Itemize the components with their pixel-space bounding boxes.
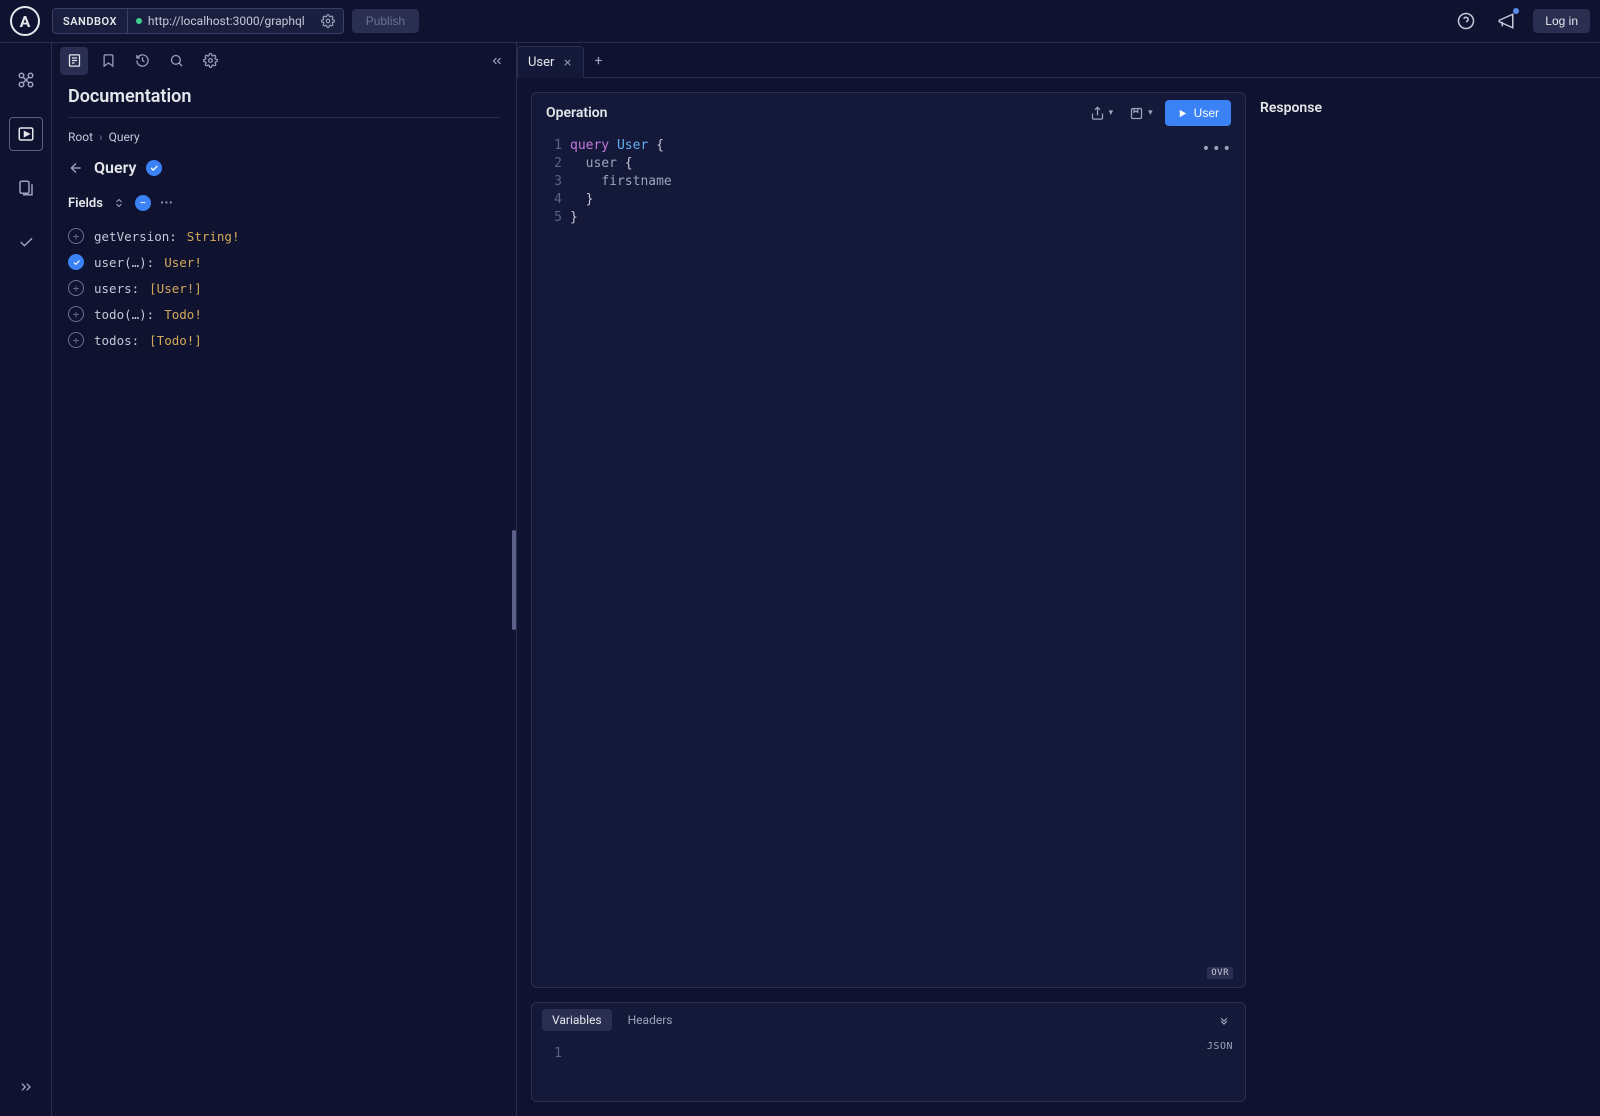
sandbox-chip: SANDBOX http://localhost:3000/graphql bbox=[52, 8, 344, 34]
field-item[interactable]: + users: [User!] bbox=[68, 275, 500, 301]
field-add-icon[interactable]: + bbox=[68, 306, 84, 322]
checks-icon[interactable] bbox=[9, 225, 43, 259]
field-item[interactable]: + todo(…): Todo! bbox=[68, 301, 500, 327]
field-add-icon[interactable]: + bbox=[68, 280, 84, 296]
field-add-icon[interactable]: + bbox=[68, 332, 84, 348]
tab-close-icon[interactable] bbox=[562, 57, 573, 68]
sort-icon[interactable] bbox=[111, 195, 127, 211]
code-line: } bbox=[570, 191, 1245, 209]
type-check-badge-icon bbox=[146, 160, 162, 176]
chevron-down-icon: ▾ bbox=[1109, 108, 1114, 118]
breadcrumb-sep-icon: › bbox=[99, 130, 103, 144]
login-button[interactable]: Log in bbox=[1533, 9, 1590, 33]
json-badge[interactable]: JSON bbox=[1207, 1041, 1233, 1067]
run-button[interactable]: User bbox=[1165, 100, 1231, 126]
field-item[interactable]: user(…): User! bbox=[68, 249, 500, 275]
operation-editor[interactable]: 12345 query User { user { firstname }} •… bbox=[532, 133, 1245, 987]
tab-variables[interactable]: Variables bbox=[542, 1009, 612, 1031]
response-title: Response bbox=[1260, 100, 1586, 116]
announcements-icon[interactable] bbox=[1493, 8, 1519, 34]
line-number: 3 bbox=[532, 173, 562, 191]
field-type: [Todo!] bbox=[149, 333, 202, 348]
code-line: query User { bbox=[570, 137, 1245, 155]
collapse-panel-icon[interactable] bbox=[486, 50, 508, 72]
field-signature: todos: bbox=[94, 333, 139, 348]
share-icon[interactable]: ▾ bbox=[1086, 102, 1118, 125]
line-number: 2 bbox=[532, 155, 562, 173]
panel-resize-handle[interactable] bbox=[512, 530, 516, 630]
search-icon[interactable] bbox=[162, 47, 190, 75]
help-icon[interactable] bbox=[1453, 8, 1479, 34]
collapse-variables-icon[interactable] bbox=[1213, 1009, 1235, 1031]
field-type: [User!] bbox=[149, 281, 202, 296]
line-number: 5 bbox=[532, 209, 562, 227]
operation-title: Operation bbox=[546, 105, 1078, 121]
left-rail bbox=[0, 43, 52, 1116]
publish-button[interactable]: Publish bbox=[352, 9, 419, 33]
variables-panel: Variables Headers 1 JSON bbox=[531, 1002, 1246, 1102]
field-list: + getVersion: String! user(…): User! + users… bbox=[52, 223, 516, 353]
bookmark-icon[interactable] bbox=[94, 47, 122, 75]
run-button-label: User bbox=[1194, 106, 1219, 120]
field-selected-icon[interactable] bbox=[68, 254, 84, 270]
overwrite-badge[interactable]: OVR bbox=[1207, 967, 1233, 979]
documentation-title: Documentation bbox=[68, 78, 500, 118]
code-line: user { bbox=[570, 155, 1245, 173]
top-bar: A SANDBOX http://localhost:3000/graphql … bbox=[0, 0, 1600, 43]
code-line: firstname bbox=[570, 173, 1245, 191]
line-number: 1 bbox=[532, 1045, 562, 1063]
field-signature: todo(…): bbox=[94, 307, 154, 322]
tab-user[interactable]: User bbox=[517, 46, 584, 78]
connection-status-dot bbox=[136, 18, 142, 24]
breadcrumb-root[interactable]: Root bbox=[68, 130, 93, 144]
back-arrow-icon[interactable] bbox=[68, 160, 84, 176]
editor-more-icon[interactable]: ••• bbox=[1202, 141, 1233, 157]
sandbox-label: SANDBOX bbox=[53, 9, 128, 33]
documentation-panel: Documentation Root › Query Query Fields … bbox=[52, 43, 517, 1116]
line-number: 1 bbox=[532, 137, 562, 155]
field-item[interactable]: + todos: [Todo!] bbox=[68, 327, 500, 353]
fields-more-icon[interactable]: ••• bbox=[159, 195, 175, 211]
settings-icon[interactable] bbox=[196, 47, 224, 75]
field-item[interactable]: + getVersion: String! bbox=[68, 223, 500, 249]
collapse-all-icon[interactable]: − bbox=[135, 195, 151, 211]
line-number: 4 bbox=[532, 191, 562, 209]
field-add-icon[interactable]: + bbox=[68, 228, 84, 244]
save-collection-icon[interactable]: ▾ bbox=[1125, 102, 1157, 125]
field-signature: users: bbox=[94, 281, 139, 296]
fields-label: Fields bbox=[68, 196, 103, 211]
history-icon[interactable] bbox=[128, 47, 156, 75]
doc-reference-icon[interactable] bbox=[60, 47, 88, 75]
field-type: Todo! bbox=[164, 307, 202, 322]
type-name: Query bbox=[94, 158, 136, 177]
expand-rail-icon[interactable] bbox=[9, 1070, 43, 1104]
chevron-down-icon: ▾ bbox=[1148, 108, 1153, 118]
apollo-logo[interactable]: A bbox=[10, 6, 40, 36]
variables-editor[interactable]: 1 JSON bbox=[532, 1037, 1245, 1071]
code-line: } bbox=[570, 209, 1245, 227]
endpoint-settings-icon[interactable] bbox=[313, 9, 343, 33]
endpoint-url[interactable]: http://localhost:3000/graphql bbox=[128, 14, 313, 28]
explorer-icon[interactable] bbox=[9, 117, 43, 151]
tab-headers[interactable]: Headers bbox=[618, 1009, 683, 1031]
field-signature: getVersion: bbox=[94, 229, 177, 244]
breadcrumb: Root › Query bbox=[52, 130, 516, 144]
tab-add-icon[interactable]: + bbox=[584, 45, 612, 77]
field-signature: user(…): bbox=[94, 255, 154, 270]
response-panel: Response bbox=[1260, 92, 1586, 1102]
tab-bar: User + bbox=[517, 43, 1600, 78]
tab-label: User bbox=[528, 55, 554, 70]
field-type: String! bbox=[187, 229, 240, 244]
operation-panel: Operation ▾ ▾ User bbox=[531, 92, 1246, 988]
schema-icon[interactable] bbox=[9, 63, 43, 97]
endpoint-url-text: http://localhost:3000/graphql bbox=[148, 14, 305, 28]
breadcrumb-query[interactable]: Query bbox=[109, 130, 140, 144]
diff-icon[interactable] bbox=[9, 171, 43, 205]
field-type: User! bbox=[164, 255, 202, 270]
notification-dot-icon bbox=[1513, 8, 1519, 14]
